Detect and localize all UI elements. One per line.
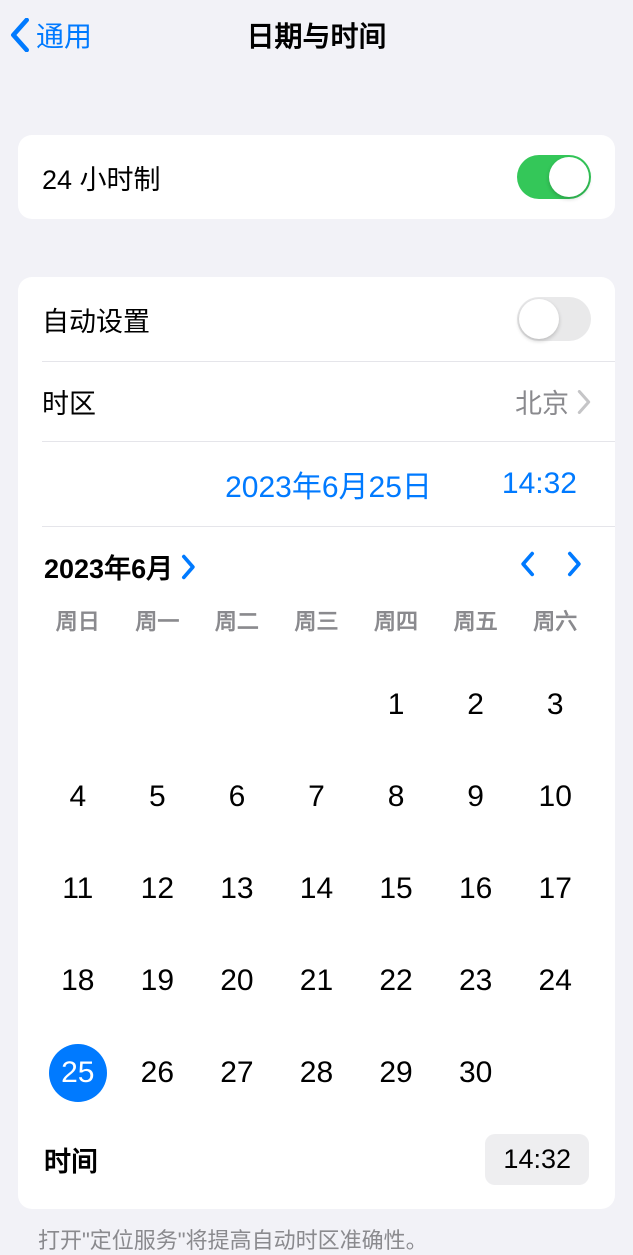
calendar-day[interactable]: 6 [197, 768, 277, 826]
calendar-day[interactable]: 23 [436, 952, 516, 1010]
calendar-day[interactable]: 21 [277, 952, 357, 1010]
calendar-day[interactable]: 5 [118, 768, 198, 826]
weekday-label: 周四 [356, 604, 436, 636]
calendar-day[interactable]: 25 [38, 1044, 118, 1102]
next-month-button[interactable] [551, 551, 589, 582]
back-button[interactable]: 通用 [0, 15, 92, 55]
weekday-label: 周二 [197, 604, 277, 636]
label-auto-set: 自动设置 [42, 300, 517, 339]
weekday-label: 周五 [436, 604, 516, 636]
calendar-day[interactable]: 17 [515, 860, 595, 918]
label-24hour: 24 小时制 [42, 158, 517, 197]
calendar-day[interactable]: 14 [277, 860, 357, 918]
weekday-label: 周日 [38, 604, 118, 636]
row-current-datetime: 2023年6月25日 14:32 [18, 442, 615, 526]
month-label: 2023年6月 [44, 547, 173, 586]
calendar-day[interactable]: 28 [277, 1044, 357, 1102]
calendar-day[interactable]: 12 [118, 860, 198, 918]
weekday-label: 周一 [118, 604, 198, 636]
back-label: 通用 [36, 15, 92, 55]
calendar-day[interactable]: 30 [436, 1044, 516, 1102]
weekday-header: 周日周一周二周三周四周五周六 [38, 604, 595, 650]
calendar: 2023年6月 周日周一周二周三周四周五周六 12345678910111213… [18, 527, 615, 1209]
calendar-day[interactable]: 29 [356, 1044, 436, 1102]
calendar-day[interactable]: 13 [197, 860, 277, 918]
calendar-grid: 1234567891011121314151617181920212223242… [38, 650, 595, 1124]
calendar-day[interactable]: 10 [515, 768, 595, 826]
calendar-day[interactable]: 22 [356, 952, 436, 1010]
switch-auto-set[interactable] [517, 297, 591, 341]
current-date[interactable]: 2023年6月25日 [225, 462, 432, 506]
page-title: 日期与时间 [0, 15, 633, 55]
row-time: 时间 14:32 [38, 1124, 595, 1203]
weekday-label: 周三 [277, 604, 357, 636]
footer-note: 打开"定位服务"将提高自动时区准确性。 [0, 1209, 633, 1255]
chevron-right-icon [577, 390, 591, 414]
calendar-day[interactable]: 1 [356, 676, 436, 734]
label-timezone: 时区 [42, 382, 515, 421]
switch-24hour[interactable] [517, 155, 591, 199]
calendar-day[interactable]: 7 [277, 768, 357, 826]
calendar-day[interactable]: 9 [436, 768, 516, 826]
calendar-day[interactable]: 18 [38, 952, 118, 1010]
calendar-day[interactable]: 16 [436, 860, 516, 918]
weekday-label: 周六 [515, 604, 595, 636]
calendar-day[interactable]: 11 [38, 860, 118, 918]
chevron-right-icon [181, 554, 197, 580]
prev-month-button[interactable] [503, 551, 551, 582]
calendar-day[interactable]: 20 [197, 952, 277, 1010]
chevron-left-icon [10, 18, 30, 52]
calendar-day[interactable]: 24 [515, 952, 595, 1010]
row-timezone[interactable]: 时区 北京 [18, 362, 615, 441]
calendar-day[interactable]: 2 [436, 676, 516, 734]
calendar-day[interactable]: 3 [515, 676, 595, 734]
row-auto-set: 自动设置 [18, 277, 615, 361]
calendar-day[interactable]: 4 [38, 768, 118, 826]
row-24hour: 24 小时制 [18, 135, 615, 219]
value-timezone: 北京 [515, 382, 569, 421]
label-time: 时间 [44, 1140, 485, 1179]
calendar-day[interactable]: 19 [118, 952, 198, 1010]
calendar-day[interactable]: 8 [356, 768, 436, 826]
month-picker[interactable]: 2023年6月 [44, 547, 503, 586]
calendar-day[interactable]: 27 [197, 1044, 277, 1102]
time-picker[interactable]: 14:32 [485, 1134, 589, 1185]
calendar-day[interactable]: 15 [356, 860, 436, 918]
current-time[interactable]: 14:32 [502, 467, 577, 501]
calendar-day[interactable]: 26 [118, 1044, 198, 1102]
